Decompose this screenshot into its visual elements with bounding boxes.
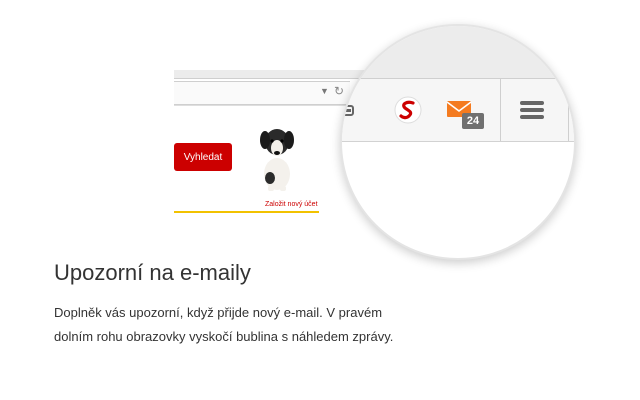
magnified-toolbar: 24 xyxy=(342,78,574,142)
yellow-divider xyxy=(174,211,319,213)
hamburger-menu-icon[interactable] xyxy=(520,100,544,120)
dog-mascot-image xyxy=(260,129,294,191)
feature-description: Doplněk vás upozorní, když přijde nový e… xyxy=(54,301,474,349)
seznam-s-icon[interactable] xyxy=(394,96,422,124)
magnifier-lens: 24 xyxy=(340,24,576,260)
printer-icon xyxy=(342,105,354,116)
address-bar: ▼ ↻ xyxy=(174,81,350,105)
feature-description-line-1: Doplněk vás upozorní, když přijde nový e… xyxy=(54,305,383,320)
magnified-tabstrip xyxy=(342,26,574,78)
feature-description-line-2: dolním rohu obrazovky vyskočí bublina s … xyxy=(54,329,394,344)
feature-title: Upozorní na e-maily xyxy=(54,260,251,285)
feature-slide: ▼ ↻ Vyhledat Založit nový účet 24 Upozor… xyxy=(0,0,640,400)
chevron-down-icon: ▼ xyxy=(320,86,329,96)
toolbar-separator xyxy=(500,79,501,141)
toolbar-separator-right xyxy=(568,79,569,141)
search-button: Vyhledat xyxy=(174,143,232,171)
signup-link: Založit nový účet xyxy=(265,201,318,208)
mail-count-badge: 24 xyxy=(462,113,484,129)
